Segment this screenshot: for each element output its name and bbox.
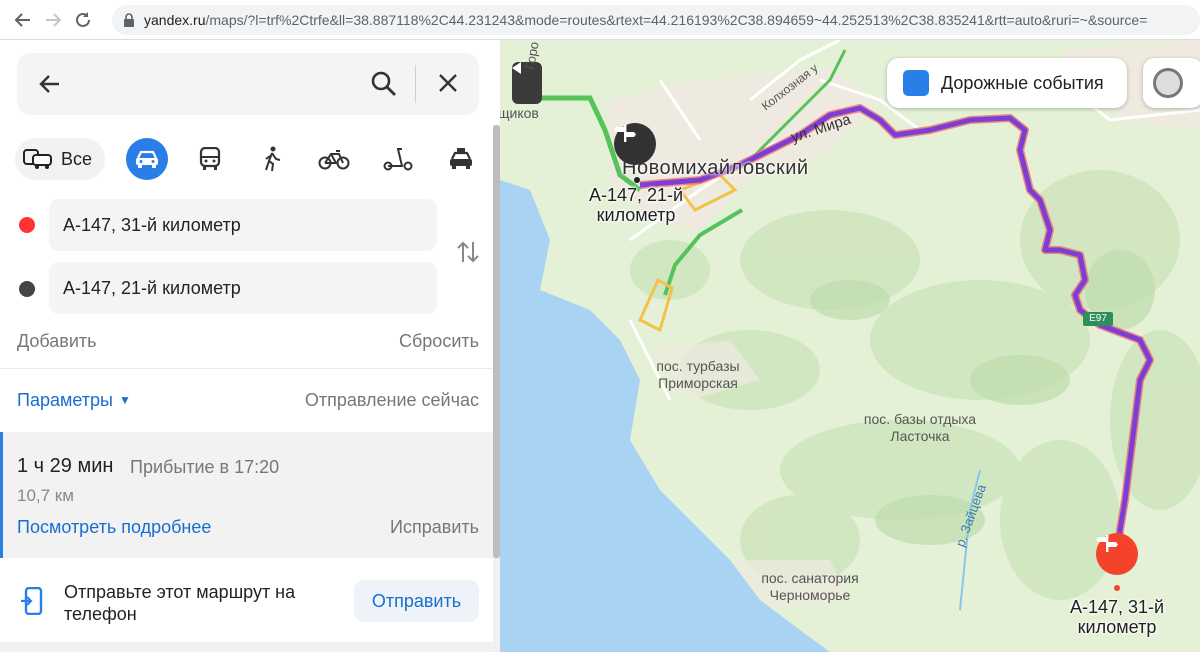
walk-icon [265, 146, 281, 172]
panel-bottom-edge [0, 642, 493, 652]
address-bar[interactable]: yandex.ru/maps/?l=trf%2Ctrfe&ll=38.88711… [112, 4, 1200, 35]
mode-bike-button[interactable] [318, 144, 350, 174]
traffic-events-label: Дорожные события [941, 72, 1104, 93]
map-label-primorskaya: пос. турбазы Приморская [656, 358, 740, 391]
close-icon[interactable] [437, 72, 459, 94]
mode-scooter-button[interactable] [382, 144, 414, 174]
caret-down-icon: ▼ [118, 393, 131, 407]
route-search-box[interactable] [17, 53, 479, 115]
reset-link[interactable]: Сбросить [399, 331, 479, 352]
point-b-marker [19, 281, 35, 297]
routes-panel: Все А-147, 31-й километр А-147, 21-й кил… [0, 40, 500, 652]
route-fix-link[interactable]: Исправить [390, 517, 479, 538]
map-canvas [500, 40, 1200, 652]
mode-all-button[interactable]: Все [15, 138, 105, 180]
triangle-left-icon [512, 62, 521, 74]
browser-forward-icon[interactable] [38, 5, 68, 35]
car-bus-icon [23, 149, 52, 169]
map-label-town: Новомихайловский [622, 157, 809, 179]
send-to-phone-text: Отправьте этот маршрут на телефон [64, 582, 296, 624]
checkbox-checked-icon[interactable] [888, 59, 929, 96]
route-distance: 10,7 км [17, 486, 74, 505]
mode-walk-button[interactable] [256, 144, 288, 174]
road-shield-e97: E97 [1083, 312, 1113, 326]
search-divider [415, 65, 416, 103]
bike-icon [318, 150, 350, 170]
url-text: yandex.ru/maps/?l=trf%2Ctrfe&ll=38.88711… [144, 11, 1148, 28]
phone-icon [21, 587, 43, 615]
point-a-marker [19, 217, 35, 233]
point-b-field[interactable]: А-147, 21-й километр [49, 262, 437, 314]
mode-all-label: Все [61, 148, 93, 169]
signpost-icon [1096, 535, 1118, 552]
point-a-field[interactable]: А-147, 31-й километр [49, 199, 437, 251]
mode-bus-button[interactable] [194, 144, 226, 174]
traffic-events-toggle[interactable]: Дорожные события [887, 58, 1127, 108]
car-icon [136, 150, 158, 168]
transport-mode-bar: Все [15, 138, 495, 182]
swap-points-icon[interactable] [455, 240, 481, 264]
route-arrival-time: Прибытие в 17:20 [130, 457, 280, 477]
search-icon[interactable] [370, 70, 398, 98]
route-start-pin[interactable] [614, 123, 656, 165]
map-label-end: А-147, 31-й километр [1069, 597, 1165, 637]
lock-icon [124, 12, 134, 27]
signpost-icon [614, 125, 636, 142]
browser-toolbar: yandex.ru/maps/?l=trf%2Ctrfe&ll=38.88711… [0, 0, 1200, 40]
departure-time-selector[interactable]: Отправление сейчас [305, 390, 479, 411]
map-label-start: А-147, 21-й километр [588, 185, 684, 225]
back-arrow-icon[interactable] [37, 71, 63, 97]
browser-reload-icon[interactable] [68, 5, 98, 35]
scooter-icon [383, 148, 413, 171]
map-view[interactable]: Горо щиков Колхозная у ул. Мира Новомиха… [500, 40, 1200, 652]
panel-scrollbar-thumb[interactable] [493, 125, 500, 558]
add-point-link[interactable]: Добавить [17, 331, 97, 352]
traffic-layer-button[interactable] [1143, 58, 1200, 108]
mode-taxi-button[interactable] [445, 144, 477, 174]
browser-back-icon[interactable] [8, 5, 38, 35]
mode-car-button[interactable] [126, 138, 168, 180]
route-option-card[interactable]: 1 ч 29 мин Прибытие в 17:20 10,7 км Посм… [0, 432, 493, 558]
divider [0, 368, 500, 369]
route-details-link[interactable]: Посмотреть подробнее [17, 517, 211, 538]
taxi-icon [450, 148, 472, 169]
map-label-partial-left: щиков [500, 105, 539, 121]
bus-icon [199, 147, 221, 170]
map-label-lastochka: пос. базы отдыха Ласточка [863, 411, 977, 444]
route-duration: 1 ч 29 мин [17, 455, 114, 477]
parameters-dropdown[interactable]: Параметры ▼ [17, 390, 131, 411]
route-end-pin[interactable] [1096, 533, 1138, 575]
map-label-chernomorye: пос. санатория Черноморье [761, 570, 859, 603]
traffic-indicator-icon [1153, 68, 1183, 98]
send-to-phone-button[interactable]: Отправить [354, 580, 479, 622]
